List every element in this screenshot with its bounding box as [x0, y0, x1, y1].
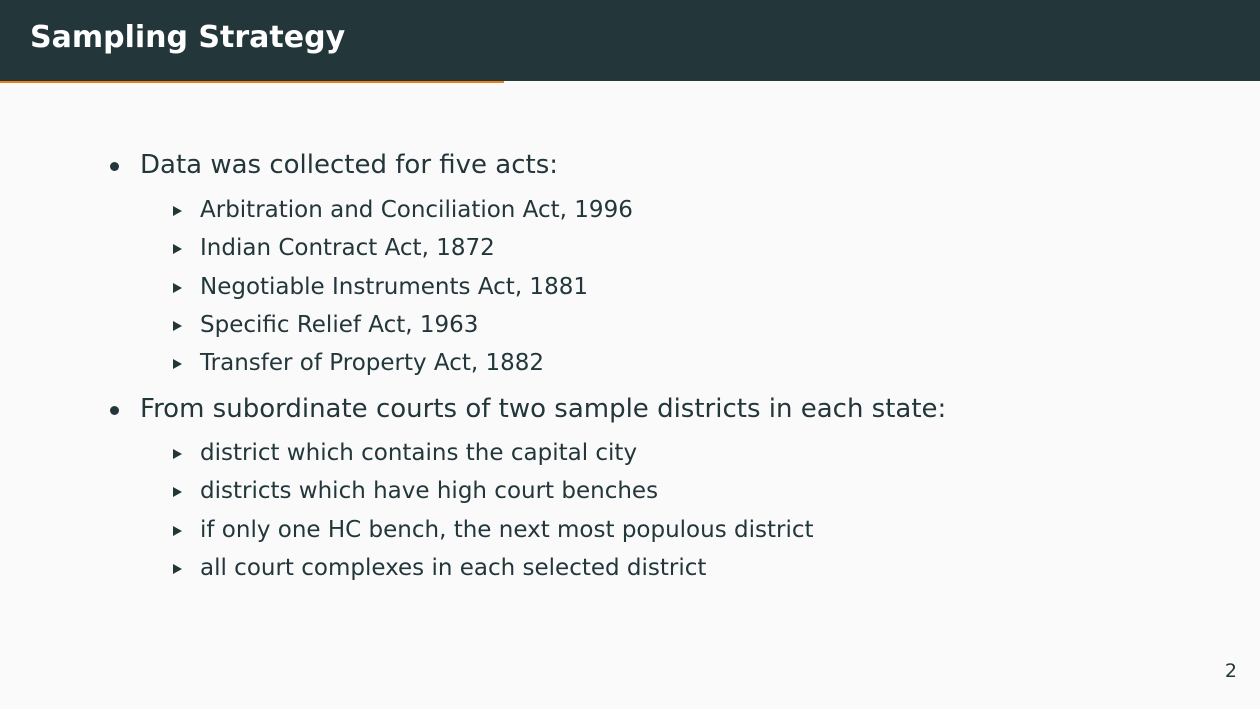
- sub-bullet-item: Transfer of Property Act, 1882: [200, 350, 545, 376]
- sub-bullet-triangle: [173, 244, 182, 254]
- sub-bullet-item: district which contains the capital city: [200, 440, 638, 466]
- bullet-item: From subordinate courts of two sample di…: [140, 394, 947, 424]
- sub-bullet-item: Arbitration and Conciliation Act, 1996: [200, 197, 633, 223]
- progress-bar: [0, 81, 1260, 83]
- sub-bullet-triangle: [173, 449, 182, 459]
- sub-bullet-triangle: [173, 526, 182, 536]
- sub-bullet-item: all court complexes in each selected dis…: [200, 555, 707, 581]
- progress-bar-fill: [0, 81, 504, 83]
- title-bar: Sampling Strategy: [0, 0, 1260, 81]
- bullet-dot: [110, 406, 119, 415]
- sub-bullet-triangle: [173, 359, 182, 369]
- sub-bullet-item: districts which have high court benches: [200, 478, 659, 504]
- sub-bullet-item: if only one HC bench, the next most popu…: [200, 517, 814, 543]
- sub-bullet-triangle: [173, 321, 182, 331]
- sub-bullet-triangle: [173, 206, 182, 216]
- sub-bullet-triangle: [173, 283, 182, 293]
- bullet-item: Data was collected for five acts:: [140, 150, 559, 180]
- sub-bullet-item: Negotiable Instruments Act, 1881: [200, 274, 588, 300]
- sub-bullet-triangle: [173, 487, 182, 497]
- sub-bullet-triangle: [173, 564, 182, 574]
- slide: Sampling Strategy Data was collected for…: [0, 0, 1260, 709]
- page-number: 2: [1224, 660, 1237, 682]
- slide-title: Sampling Strategy: [30, 20, 346, 55]
- sub-bullet-item: Indian Contract Act, 1872: [200, 235, 495, 261]
- sub-bullet-item: Specific Relief Act, 1963: [200, 312, 479, 338]
- bullet-dot: [110, 162, 119, 171]
